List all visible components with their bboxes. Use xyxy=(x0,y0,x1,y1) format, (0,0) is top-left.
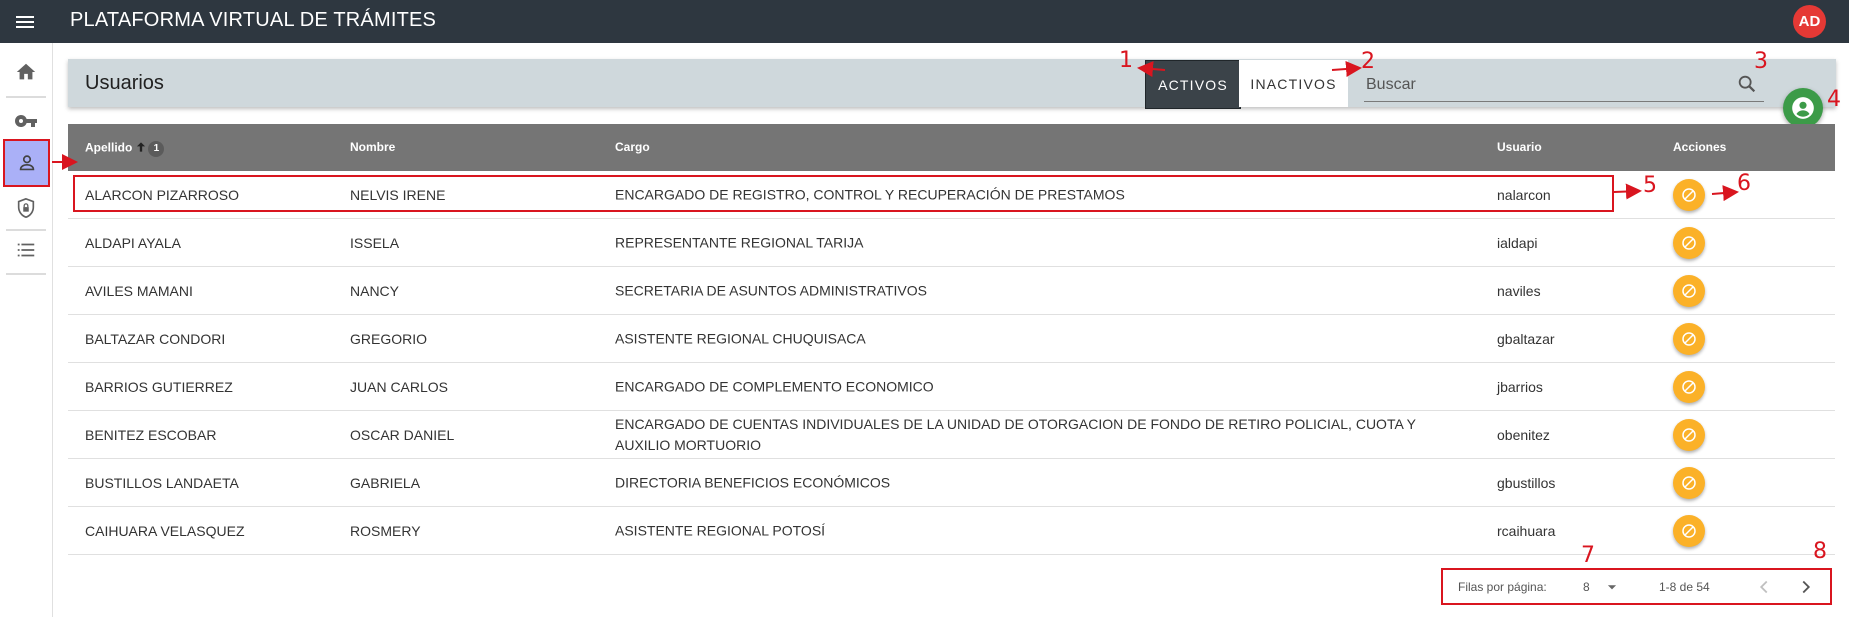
annotation-arrow xyxy=(1331,61,1362,77)
annotation-arrow xyxy=(1137,61,1166,78)
annotation-arrows xyxy=(52,61,1739,202)
annotation-arrow xyxy=(1613,183,1642,200)
annotation-arrow xyxy=(1711,185,1739,202)
